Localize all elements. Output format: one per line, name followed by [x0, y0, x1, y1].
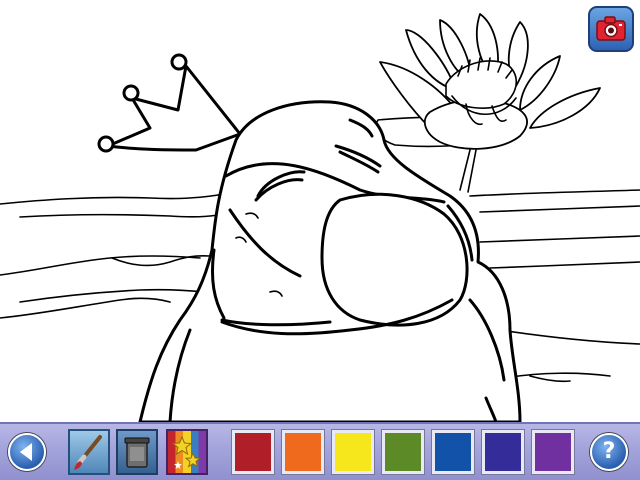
- water-lily[interactable]: [379, 13, 601, 193]
- paintbrush-icon: [74, 435, 102, 470]
- color-swatch-green[interactable]: [381, 429, 425, 475]
- color-swatch-blue[interactable]: [431, 429, 475, 475]
- question-mark-icon: ?: [602, 439, 616, 464]
- camera-button[interactable]: [588, 6, 634, 52]
- color-swatch-red[interactable]: [231, 429, 275, 475]
- paint-bucket-tool-button[interactable]: [116, 429, 158, 475]
- coloring-app: ?: [0, 0, 640, 480]
- left-arrow-icon: [20, 443, 32, 461]
- back-button[interactable]: [8, 433, 46, 471]
- color-swatch-yellow[interactable]: [331, 429, 375, 475]
- color-swatch-orange[interactable]: [281, 429, 325, 475]
- color-swatch-indigo[interactable]: [481, 429, 525, 475]
- crown[interactable]: [97, 53, 242, 153]
- stickers-tool-button[interactable]: [166, 429, 208, 475]
- bottom-toolbar: ?: [0, 422, 640, 480]
- camera-icon: [596, 16, 626, 41]
- stars-icon: [171, 435, 202, 469]
- help-button[interactable]: ?: [590, 433, 628, 471]
- frog-prince-coloring-page[interactable]: [0, 0, 640, 422]
- coloring-canvas[interactable]: [0, 0, 640, 422]
- color-swatch-purple[interactable]: [531, 429, 575, 475]
- paint-bucket-icon: [124, 437, 150, 468]
- paintbrush-tool-button[interactable]: [68, 429, 110, 475]
